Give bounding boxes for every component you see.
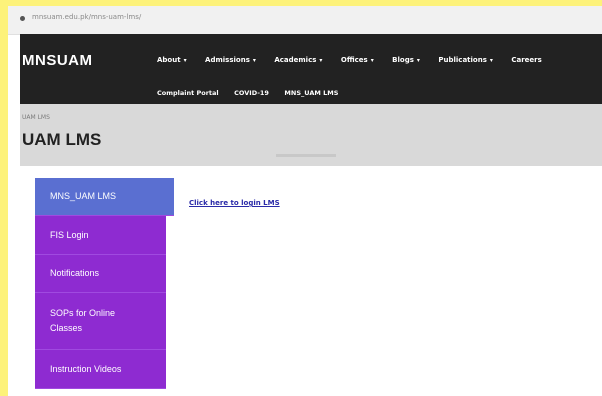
address-bar[interactable]: mnsuam.edu.pk/mns-uam-lms/ xyxy=(8,6,602,35)
sidebar-item-label: Notifications xyxy=(50,268,100,278)
sidebar-item-label: Instruction Videos xyxy=(50,363,122,374)
sidebar-item-sops-online-classes[interactable]: SOPs for Online Classes xyxy=(35,293,166,350)
main-menu: About ▾ Admissions ▾ Academics ▾ Offices ▾ B… xyxy=(157,49,556,67)
menu-item-label: Offices xyxy=(340,56,368,64)
secondary-menu: Complaint Portal COVID-19 MNS_UAM LMS xyxy=(157,82,349,106)
sidebar-nav: MNS_UAM LMS FIS Login Notifications SOPs… xyxy=(35,178,174,389)
menu-item-admissions[interactable]: Admissions ▾ xyxy=(205,56,256,64)
menu-item-offices[interactable]: Offices ▾ xyxy=(341,56,374,64)
submenu-item-mns-uam-lms[interactable]: MNS_UAM LMS xyxy=(280,89,343,106)
main-content: MNS_UAM LMS FIS Login Notifications SOPs… xyxy=(20,166,602,396)
menu-item-label: About xyxy=(157,56,181,64)
lock-icon xyxy=(20,16,25,21)
login-lms-link[interactable]: Click here to login LMS xyxy=(189,199,280,207)
menu-item-careers[interactable]: Careers xyxy=(511,56,541,64)
chevron-down-icon: ▾ xyxy=(252,57,256,64)
sidebar-item-mns-uam-lms[interactable]: MNS_UAM LMS xyxy=(35,178,174,216)
url-text[interactable]: mnsuam.edu.pk/mns-uam-lms/ xyxy=(32,13,141,21)
sidebar-item-fis-login[interactable]: FIS Login xyxy=(35,216,166,255)
breadcrumb[interactable]: UAM LMS xyxy=(22,114,50,121)
site-logo[interactable]: MNSUAM xyxy=(22,52,93,69)
page-title: UAM LMS xyxy=(22,130,102,149)
page-banner: UAM LMS UAM LMS xyxy=(20,104,602,166)
sidebar-item-label: SOPs for Online Classes xyxy=(50,308,116,333)
menu-item-label: Academics xyxy=(274,56,317,64)
menu-item-label: Careers xyxy=(511,56,542,64)
chevron-down-icon: ▾ xyxy=(489,57,493,64)
menu-item-label: Blogs xyxy=(392,56,414,64)
chevron-down-icon: ▾ xyxy=(183,57,187,64)
chevron-down-icon: ▾ xyxy=(370,57,374,64)
site-header: MNSUAM About ▾ Admissions ▾ Academics ▾ Off… xyxy=(20,34,602,106)
sidebar-item-notifications[interactable]: Notifications xyxy=(35,255,166,293)
menu-item-label: Publications xyxy=(438,56,487,64)
menu-item-academics[interactable]: Academics ▾ xyxy=(274,56,322,64)
browser-window: mnsuam.edu.pk/mns-uam-lms/ MNSUAM About ▾… xyxy=(8,6,602,396)
banner-divider xyxy=(276,154,336,157)
menu-item-blogs[interactable]: Blogs ▾ xyxy=(392,56,420,64)
menu-item-publications[interactable]: Publications ▾ xyxy=(438,56,493,64)
submenu-item-complaint-portal[interactable]: Complaint Portal xyxy=(157,89,219,97)
sidebar-item-label: MNS_UAM LMS xyxy=(50,191,117,201)
chevron-down-icon: ▾ xyxy=(319,57,323,64)
menu-item-about[interactable]: About ▾ xyxy=(157,56,187,64)
submenu-item-covid-19[interactable]: COVID-19 xyxy=(234,89,269,97)
chevron-down-icon: ▾ xyxy=(416,57,420,64)
sidebar-item-instruction-videos[interactable]: Instruction Videos xyxy=(35,350,166,389)
menu-item-label: Admissions xyxy=(205,56,250,64)
sidebar-item-label: FIS Login xyxy=(50,229,89,240)
